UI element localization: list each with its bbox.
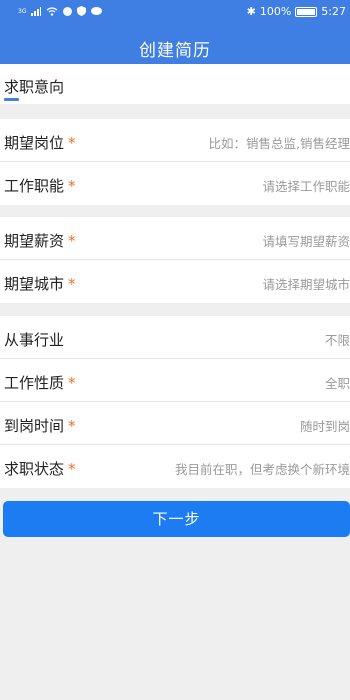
job-type-select[interactable]: 全职 [325, 373, 350, 392]
required-mark: * [68, 460, 76, 478]
shield-icon [77, 6, 87, 16]
required-mark: * [68, 232, 76, 250]
job-function-select[interactable]: 请选择工作职能 [262, 176, 350, 195]
expected-position-input[interactable]: 比如：销售总监,销售经理 [209, 133, 350, 152]
field-label: 从事行业 [4, 331, 65, 349]
required-mark: * [68, 374, 76, 392]
status-bar: 3G ✱ 100% 5:27 [0, 0, 350, 24]
signal-icon [31, 6, 42, 16]
field-label: 工作性质 * [4, 374, 76, 392]
field-label: 到岗时间 * [4, 417, 76, 435]
form-group-details: 从事行业 不限 工作性质 * 全职 到岗时间 * 随时到岗 求职状态 * 我目前在职，… [0, 316, 350, 488]
tab-indicator [4, 98, 19, 101]
form-group-salary: 期望薪资 * 请填写期望薪资 期望城市 * 请选择期望城市 [0, 217, 350, 303]
form-row-expected-position[interactable]: 期望岗位 * 比如：销售总监,销售经理 [0, 119, 350, 162]
form-row-start-time[interactable]: 到岗时间 * 随时到岗 [0, 402, 350, 445]
start-time-select[interactable]: 随时到岗 [300, 416, 350, 435]
expected-city-select[interactable]: 请选择期望城市 [262, 274, 350, 293]
required-mark: * [68, 177, 76, 195]
form-row-job-type[interactable]: 工作性质 * 全职 [0, 359, 350, 402]
expected-salary-input[interactable]: 请填写期望薪资 [262, 231, 350, 250]
form-group-position: 期望岗位 * 比如：销售总监,销售经理 工作职能 * 请选择工作职能 [0, 119, 350, 205]
required-mark: * [68, 275, 76, 293]
chat-icon [91, 6, 103, 15]
job-status-select[interactable]: 我目前在职，但考虑换个新环境 [175, 459, 350, 478]
field-label: 期望城市 * [4, 275, 76, 293]
app-header: 3G ✱ 100% 5:27 创建简历 [0, 0, 350, 64]
form-row-job-status[interactable]: 求职状态 * 我目前在职，但考虑换个新环境 [0, 445, 350, 488]
required-mark: * [68, 134, 76, 152]
required-mark: * [68, 417, 76, 435]
form-row-industry[interactable]: 从事行业 不限 [0, 316, 350, 359]
section-tab-job-intention[interactable]: 求职意向 [0, 64, 350, 104]
form-row-job-function[interactable]: 工作职能 * 请选择工作职能 [0, 162, 350, 205]
field-label: 期望岗位 * [4, 134, 76, 152]
bluetooth-icon: ✱ [246, 5, 256, 18]
field-label: 工作职能 * [4, 177, 76, 195]
field-label: 求职状态 * [4, 460, 76, 478]
battery-icon [295, 6, 318, 17]
app-icon [63, 6, 73, 16]
clock: 5:27 [321, 5, 346, 18]
field-label: 期望薪资 * [4, 232, 76, 250]
industry-select[interactable]: 不限 [325, 330, 350, 349]
section-title: 求职意向 [4, 78, 65, 96]
network-type: 3G [18, 7, 27, 15]
page-title: 创建简历 [139, 41, 211, 61]
battery-text: 100% [259, 5, 292, 18]
wifi-icon [47, 6, 58, 16]
next-step-button[interactable]: 下一步 [3, 501, 350, 537]
form-row-expected-salary[interactable]: 期望薪资 * 请填写期望薪资 [0, 217, 350, 260]
form-row-expected-city[interactable]: 期望城市 * 请选择期望城市 [0, 260, 350, 303]
